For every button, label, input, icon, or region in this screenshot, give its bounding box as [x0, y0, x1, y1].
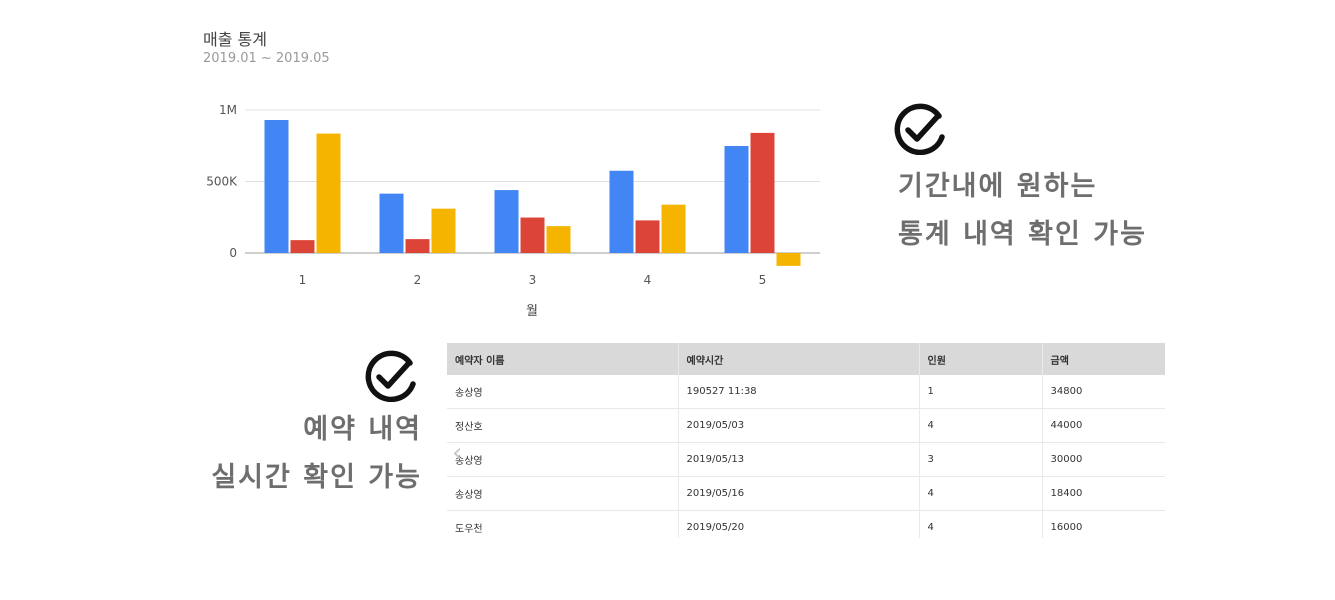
cell-name: 송상영	[447, 476, 678, 511]
cell-people: 4	[918, 510, 1042, 538]
sales-chart-panel: 0 500K 1M 1 2 3 4 5 월 매출 통계 2019.01 ~ 2019.05	[195, 20, 835, 325]
table-row[interactable]: 송상영 2019/05/16 4 18400	[447, 476, 1165, 511]
cell-amount: 18400	[1041, 476, 1165, 511]
header-name[interactable]: 예약자 이름	[447, 343, 678, 375]
cell-people: 3	[918, 442, 1042, 477]
bar	[750, 132, 775, 253]
x-tick-label: 3	[529, 273, 537, 287]
y-tick-label: 0	[229, 246, 237, 260]
bar	[264, 120, 289, 253]
cell-amount: 34800	[1041, 375, 1165, 409]
chart-subtitle: 2019.01 ~ 2019.05	[203, 51, 330, 66]
x-tick-label: 4	[644, 273, 652, 287]
feature-stats-line2: 통계 내역 확인 가능	[898, 219, 1147, 250]
cell-name: 정산호	[447, 408, 678, 443]
check-circle-icon	[365, 350, 416, 402]
bar	[316, 133, 341, 253]
x-tick-label: 1	[299, 273, 307, 287]
chevron-left-icon[interactable]: ‹	[452, 438, 462, 468]
chart-title: 매출 통계	[203, 30, 267, 49]
cell-time: 2019/05/20	[677, 510, 919, 538]
bar	[546, 226, 571, 253]
feature-stats-line1: 기간내에 원하는	[898, 171, 1098, 202]
table-header-row: 예약자 이름 예약시간 인원 금액	[447, 343, 1165, 375]
bar	[724, 146, 749, 253]
cell-name: 송상영	[447, 442, 678, 477]
y-tick-label: 1M	[219, 103, 237, 117]
table-row[interactable]: 송상영 2019/05/13 3 30000	[447, 442, 1165, 477]
y-tick-label: 500K	[206, 175, 238, 189]
bar	[431, 208, 456, 253]
cell-amount: 16000	[1041, 510, 1165, 538]
cell-time: 2019/05/13	[677, 442, 919, 477]
bar	[661, 204, 686, 253]
cell-time: 190527 11:38	[677, 375, 919, 409]
table-row[interactable]: 정산호 2019/05/03 4 44000	[447, 408, 1165, 443]
feature-reservations-text: 예약 내역 실시간 확인 가능	[150, 406, 422, 502]
cell-name: 송상영	[447, 375, 678, 409]
feature-reservations-line2: 실시간 확인 가능	[211, 462, 422, 493]
cell-people: 1	[918, 375, 1042, 409]
feature-stats-text: 기간내에 원하는 통계 내역 확인 가능	[898, 163, 1147, 259]
cell-time: 2019/05/03	[677, 408, 919, 443]
x-tick-label: 2	[414, 273, 422, 287]
cell-name: 도우천	[447, 510, 678, 538]
cell-people: 4	[918, 476, 1042, 511]
cell-people: 4	[918, 408, 1042, 443]
reservation-table-panel: 예약자 이름 예약시간 인원 금액 송상영 190527 11:38 1 348…	[447, 343, 1165, 538]
check-circle-icon	[894, 103, 945, 155]
bar	[494, 190, 519, 253]
table-row[interactable]: 도우천 2019/05/20 4 16000	[447, 510, 1165, 538]
cell-amount: 44000	[1041, 408, 1165, 443]
bar	[379, 193, 404, 253]
reservation-table: 예약자 이름 예약시간 인원 금액 송상영 190527 11:38 1 348…	[447, 343, 1165, 538]
header-people[interactable]: 인원	[918, 343, 1042, 375]
bar	[405, 239, 430, 253]
x-axis-label: 월	[526, 304, 538, 319]
header-time[interactable]: 예약시간	[677, 343, 919, 375]
bar	[776, 253, 801, 266]
feature-reservations-line1: 예약 내역	[303, 414, 422, 445]
cell-time: 2019/05/16	[677, 476, 919, 511]
header-amount[interactable]: 금액	[1041, 343, 1165, 375]
bar	[635, 220, 660, 253]
bar	[290, 240, 315, 253]
table-row[interactable]: 송상영 190527 11:38 1 34800	[447, 375, 1165, 409]
x-tick-label: 5	[759, 273, 767, 287]
bar	[609, 170, 634, 253]
bar	[520, 217, 545, 253]
cell-amount: 30000	[1041, 442, 1165, 477]
